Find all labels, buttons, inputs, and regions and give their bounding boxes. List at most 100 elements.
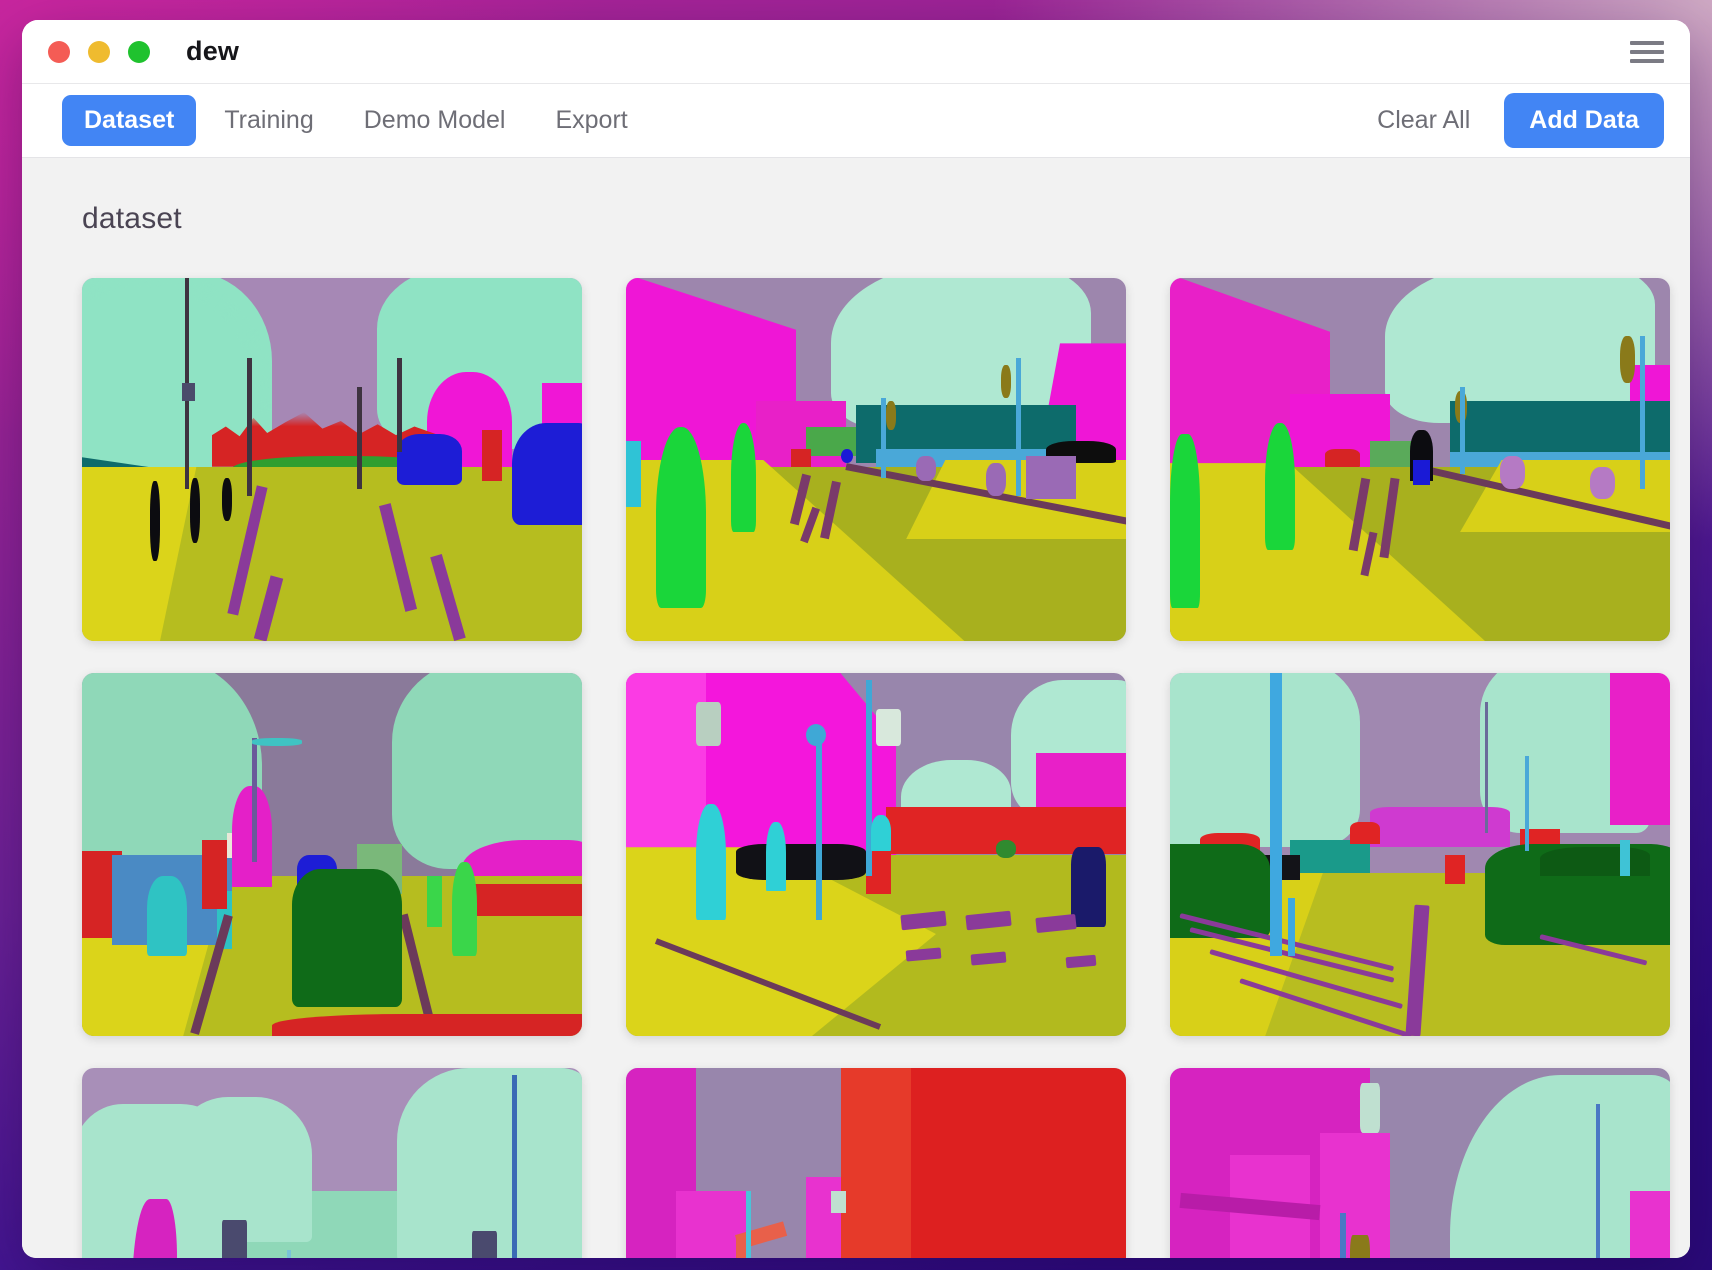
dataset-item[interactable] xyxy=(626,1068,1126,1258)
seg-region-vegetation xyxy=(1170,673,1360,847)
seg-region-vegetation xyxy=(397,1068,582,1258)
seg-region-building xyxy=(1630,1191,1670,1258)
seg-region-building xyxy=(202,840,227,909)
title-bar: dew xyxy=(22,20,1690,84)
seg-region-building xyxy=(1610,673,1670,825)
seg-region-person xyxy=(871,815,891,851)
seg-region-person xyxy=(1500,456,1525,489)
seg-region-object xyxy=(147,876,187,956)
segmentation-thumbnail xyxy=(1170,278,1670,641)
seg-region-pole xyxy=(252,738,302,745)
seg-region-car xyxy=(1325,449,1360,467)
seg-region-traffic-light xyxy=(886,401,896,430)
segmentation-thumbnail xyxy=(626,673,1126,1036)
seg-region-building xyxy=(1350,822,1380,844)
seg-region-pole xyxy=(150,481,160,561)
seg-region-building xyxy=(1370,807,1510,847)
seg-region-pole xyxy=(247,358,252,496)
maximize-button[interactable] xyxy=(128,41,150,63)
seg-region-window xyxy=(696,702,721,746)
seg-region-car xyxy=(512,423,582,525)
segmentation-thumbnail xyxy=(626,1068,1126,1258)
hamburger-menu-icon[interactable] xyxy=(1630,39,1664,65)
seg-region-pole xyxy=(881,398,886,478)
seg-region-object xyxy=(736,844,866,880)
toolbar: Dataset Training Demo Model Export Clear… xyxy=(22,84,1690,158)
tab-demo-model[interactable]: Demo Model xyxy=(342,95,528,146)
dataset-item[interactable] xyxy=(82,673,582,1036)
close-button[interactable] xyxy=(48,41,70,63)
seg-region-object xyxy=(1071,847,1106,927)
seg-region-wall xyxy=(1290,840,1370,873)
seg-region-person xyxy=(1590,467,1615,500)
seg-region-person xyxy=(1265,423,1295,550)
seg-region-person xyxy=(986,463,1006,496)
clear-all-button[interactable]: Clear All xyxy=(1373,98,1474,143)
seg-region-object xyxy=(736,1235,746,1258)
seg-region-vegetation xyxy=(996,840,1016,858)
dataset-item[interactable] xyxy=(1170,278,1670,641)
dataset-panel: dataset xyxy=(22,158,1690,1258)
seg-region-person xyxy=(1170,434,1200,608)
dataset-item[interactable] xyxy=(1170,1068,1670,1258)
dataset-item[interactable] xyxy=(626,673,1126,1036)
seg-region-object xyxy=(1370,441,1415,466)
seg-region-pole xyxy=(1016,358,1021,496)
seg-region-pole xyxy=(190,478,200,543)
seg-region-building xyxy=(841,1068,911,1258)
window-controls xyxy=(48,41,150,63)
seg-region-pole xyxy=(816,731,822,920)
tab-export[interactable]: Export xyxy=(533,95,649,146)
tab-dataset[interactable]: Dataset xyxy=(62,95,196,146)
seg-region-object xyxy=(626,441,641,506)
seg-region-pole xyxy=(1640,336,1645,488)
segmentation-thumbnail xyxy=(1170,673,1670,1036)
seg-region-building xyxy=(472,884,582,917)
seg-region-person xyxy=(731,423,756,532)
seg-region-person xyxy=(916,456,936,481)
seg-region-person xyxy=(1413,460,1430,485)
dataset-item[interactable] xyxy=(82,278,582,641)
dataset-item[interactable] xyxy=(626,278,1126,641)
seg-region-crosswalk xyxy=(971,951,1007,965)
seg-region-window xyxy=(1360,1083,1380,1134)
seg-region-pole xyxy=(1485,702,1488,833)
seg-region-person xyxy=(696,804,726,920)
segmentation-thumbnail xyxy=(626,278,1126,641)
seg-region-pole xyxy=(1525,756,1529,850)
seg-region-pole xyxy=(252,738,257,861)
seg-region-object xyxy=(791,449,811,467)
dataset-item[interactable] xyxy=(82,1068,582,1258)
add-data-button[interactable]: Add Data xyxy=(1504,93,1664,148)
app-window: dew Dataset Training Demo Model Export C… xyxy=(22,20,1690,1258)
seg-region-streetlight xyxy=(806,724,826,746)
seg-region-window xyxy=(831,1191,846,1213)
seg-region-pole xyxy=(1596,1104,1600,1258)
dataset-grid xyxy=(82,278,1630,1258)
seg-region-pole xyxy=(1270,673,1282,956)
seg-region-traffic-sign xyxy=(841,449,853,464)
seg-region-pole xyxy=(357,387,362,489)
seg-region-person xyxy=(656,427,706,609)
seg-region-ego-vehicle xyxy=(272,1014,582,1036)
seg-region-pole xyxy=(1340,1213,1346,1258)
seg-region-window xyxy=(876,709,901,745)
seg-region-pole xyxy=(222,478,232,522)
segmentation-thumbnail xyxy=(1170,1068,1670,1258)
tab-bar: Dataset Training Demo Model Export xyxy=(62,95,650,146)
tab-training[interactable]: Training xyxy=(202,95,335,146)
dataset-item[interactable] xyxy=(1170,673,1670,1036)
minimize-button[interactable] xyxy=(88,41,110,63)
seg-region-traffic-light xyxy=(1620,336,1635,383)
page-title: dataset xyxy=(82,202,1630,236)
seg-region-person xyxy=(1620,840,1630,876)
seg-region-traffic-light xyxy=(1001,365,1011,398)
seg-region-traffic-sign xyxy=(222,1220,247,1258)
seg-region-pole xyxy=(512,1075,517,1258)
seg-region-pole xyxy=(746,1191,751,1258)
app-title: dew xyxy=(186,36,239,67)
seg-region-object xyxy=(482,430,502,481)
seg-region-pole xyxy=(1460,387,1465,474)
segmentation-thumbnail xyxy=(82,1068,582,1258)
seg-region-pole xyxy=(287,1250,291,1259)
